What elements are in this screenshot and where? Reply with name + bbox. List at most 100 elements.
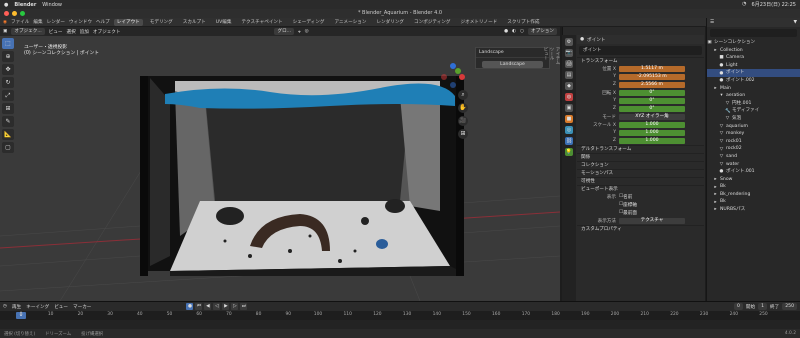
shading-solid-icon[interactable]: ● (504, 29, 508, 34)
cursor-tool-icon[interactable]: ⊕ (2, 51, 14, 62)
view-layer-tab-icon[interactable]: ▤ (565, 71, 573, 79)
measure-tool-icon[interactable]: 📐 (2, 129, 14, 140)
play-icon[interactable]: ▶ (222, 303, 230, 310)
start-frame-field[interactable]: 1 (758, 303, 768, 310)
options-button[interactable]: オプション (528, 28, 557, 35)
3d-viewport[interactable] (0, 36, 560, 301)
menu-render[interactable]: レンダー (47, 19, 65, 25)
frame-ruler[interactable]: 0 0 10 20 30 40 50 60 70 80 90 100 110 120 130 140 150 1… (0, 311, 800, 320)
section-delta-transform[interactable]: デルタトランスフォーム (577, 145, 704, 153)
mode-selector[interactable]: オブジェク... (11, 28, 45, 35)
outliner-item[interactable]: ▸ Main (707, 85, 800, 93)
zoom-window-button[interactable] (20, 11, 25, 16)
transform-orientation[interactable]: グロ... (274, 28, 295, 35)
apple-icon[interactable]: ● (4, 2, 8, 8)
tab-scripting[interactable]: スクリプト作成 (504, 19, 542, 26)
add-cube-tool-icon[interactable]: ▢ (2, 142, 14, 153)
view-menu-timeline[interactable]: ビュー (54, 304, 68, 310)
outliner-item[interactable]: ▽ rock01 (707, 138, 800, 146)
jump-end-icon[interactable]: ⏭ (240, 303, 248, 310)
pan-hand-icon[interactable]: ✋ (458, 103, 468, 113)
rotation-x-field[interactable]: 0° (619, 89, 685, 96)
camera-view-icon[interactable]: 🎥 (458, 116, 468, 126)
outliner-search-input[interactable] (710, 29, 797, 37)
ortho-grid-icon[interactable]: ⊞ (458, 129, 468, 139)
object-name-field[interactable]: ポイント (579, 46, 702, 55)
rotate-tool-icon[interactable]: ↻ (2, 77, 14, 88)
outliner-item[interactable]: 🔧 モディファイ (707, 107, 800, 115)
zoom-icon[interactable]: ⌕ (458, 90, 468, 100)
outliner-item[interactable]: ▽ sand (707, 153, 800, 161)
snap-icon[interactable]: ⌖ (298, 29, 301, 35)
outliner-item[interactable]: ▽ water (707, 161, 800, 169)
tab-texture-paint[interactable]: テクスチャペイント (238, 19, 285, 26)
add-menu[interactable]: 追加 (80, 29, 89, 35)
close-window-button[interactable] (4, 11, 9, 16)
display-as-select[interactable]: テクスチャ (619, 217, 685, 224)
outliner-item[interactable]: ▽ monkey (707, 130, 800, 138)
outliner-item[interactable]: ■ Camera (707, 54, 800, 62)
outliner-item[interactable]: ● ポイント.002 (707, 77, 800, 85)
shading-material-icon[interactable]: ◐ (512, 29, 516, 34)
outliner-item[interactable]: ▽ 気泡 (707, 115, 800, 123)
timeline-editor-icon[interactable]: ◷ (3, 304, 7, 309)
view-menu[interactable]: ビュー (49, 29, 63, 35)
render-tab-icon[interactable]: 📷 (565, 49, 573, 57)
outliner-item[interactable]: ▸ Collection (707, 47, 800, 55)
scale-x-field[interactable]: 1.000 (619, 121, 685, 128)
outliner-item[interactable]: ▽ rock02 (707, 145, 800, 153)
outliner-item[interactable]: ● Light (707, 62, 800, 70)
blender-logo-icon[interactable]: ◉ (3, 20, 7, 25)
jump-start-icon[interactable]: ⏮ (195, 303, 203, 310)
tab-geometry-nodes[interactable]: ジオメトリノード (458, 19, 501, 26)
rotation-y-field[interactable]: 0° (619, 97, 685, 104)
shading-rendered-icon[interactable]: ○ (520, 29, 524, 34)
scene-tab-icon[interactable]: ◆ (565, 82, 573, 90)
rotation-z-field[interactable]: 0° (619, 105, 685, 112)
prev-key-icon[interactable]: ◀ (204, 303, 212, 310)
wifi-icon[interactable]: ◔ (742, 1, 746, 8)
tab-modeling[interactable]: モデリング (147, 19, 176, 26)
outliner-item[interactable]: ▽ 円柱.001 (707, 100, 800, 108)
object-tab-icon[interactable]: ■ (565, 115, 573, 123)
outliner-item[interactable]: ▸ Bk (707, 183, 800, 191)
window-menu[interactable]: Window (42, 2, 62, 8)
section-viewport-display[interactable]: ビューポート表示 (577, 185, 704, 193)
move-tool-icon[interactable]: ✥ (2, 64, 14, 75)
collection-tab-icon[interactable]: ▣ (565, 104, 573, 112)
current-frame-field[interactable]: 0 (733, 303, 743, 310)
playback-menu[interactable]: 再生 (12, 304, 21, 310)
tab-layout[interactable]: レイアウト (113, 18, 143, 26)
menu-edit[interactable]: 編集 (33, 19, 42, 25)
tab-view[interactable]: ビュー (542, 47, 548, 65)
editor-type-icon[interactable]: ▣ (3, 29, 7, 34)
outliner-item[interactable]: ▸ Snow (707, 176, 800, 184)
menu-help[interactable]: ヘルプ (96, 19, 110, 25)
tab-item[interactable]: アイテム (554, 47, 560, 65)
next-key-icon[interactable]: ▷ (231, 303, 239, 310)
scale-y-field[interactable]: 1.000 (619, 129, 685, 136)
location-y-field[interactable]: -2.095153 m (619, 73, 685, 80)
keying-menu[interactable]: キーイング (26, 304, 49, 310)
proportional-edit-icon[interactable]: ◎ (305, 29, 309, 34)
section-visibility[interactable]: 可視性 (577, 177, 704, 185)
outliner-item[interactable]: ▽ aquarium (707, 123, 800, 131)
outliner-editor-icon[interactable]: ☰ (710, 20, 714, 25)
play-reverse-icon[interactable]: ◁ (213, 303, 221, 310)
tool-tab-icon[interactable]: ⚙ (565, 38, 573, 46)
navigation-gizmo[interactable] (440, 63, 466, 89)
section-motion-paths[interactable]: モーションパス (577, 169, 704, 177)
tab-sculpt[interactable]: スカルプト (180, 19, 209, 26)
outliner-root[interactable]: ▣ シーンコレクション (707, 39, 800, 47)
location-z-field[interactable]: 2.5566 m (619, 81, 685, 88)
scale-tool-icon[interactable]: ⤢ (2, 90, 14, 101)
menu-file[interactable]: ファイル (11, 19, 29, 25)
annotate-tool-icon[interactable]: ✎ (2, 116, 14, 127)
output-tab-icon[interactable]: 🖨 (565, 60, 573, 68)
select-tool-icon[interactable]: ⬚ (2, 38, 14, 49)
outliner-item[interactable]: ▾ aeration (707, 92, 800, 100)
record-icon[interactable]: ● (186, 303, 194, 310)
tab-animation[interactable]: アニメーション (331, 19, 369, 26)
app-menu[interactable]: Blender (14, 2, 36, 8)
outliner-item[interactable]: ▸ Bk (707, 198, 800, 206)
